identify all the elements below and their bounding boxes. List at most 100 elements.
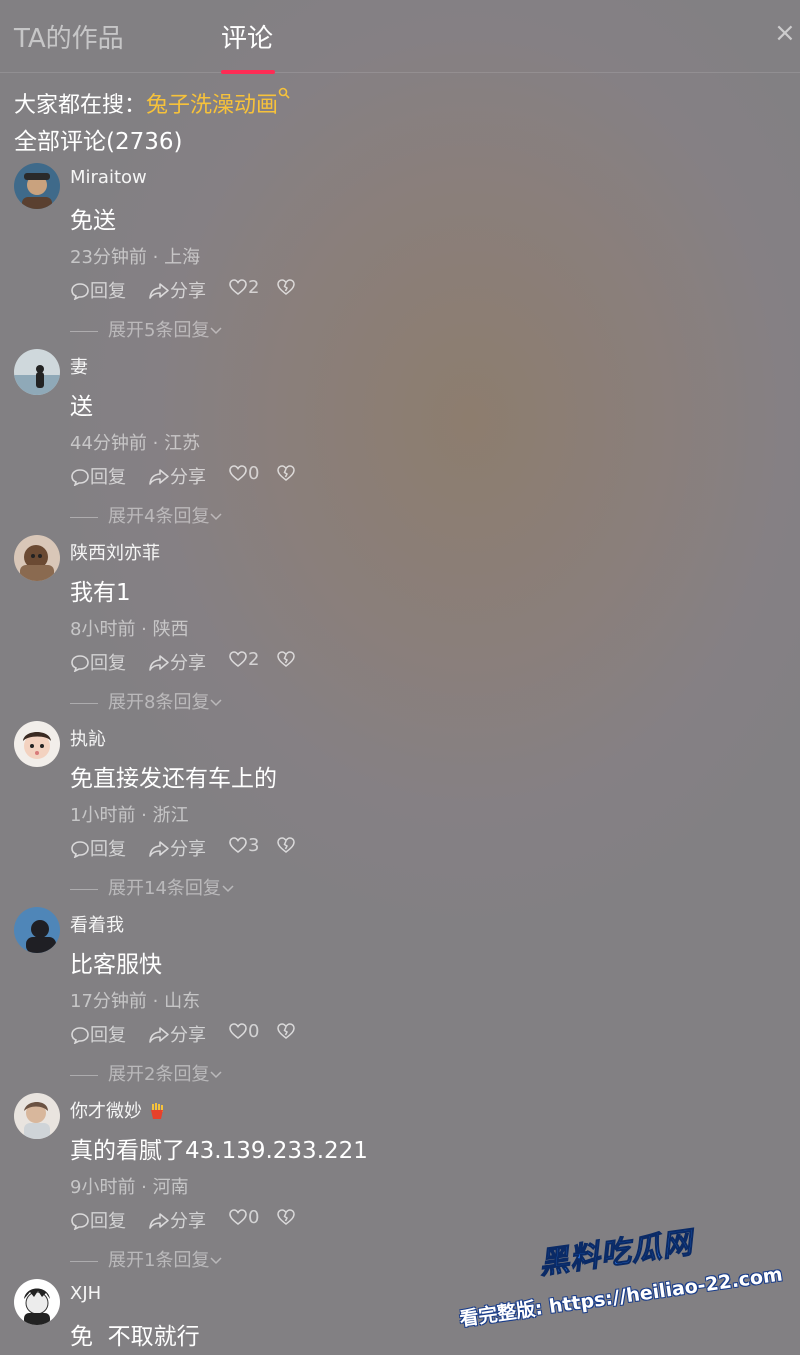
- expand-replies-button[interactable]: 展开1条回复: [70, 1246, 223, 1272]
- like-button[interactable]: 3: [228, 835, 259, 856]
- chevron-down-icon: [210, 1257, 222, 1265]
- like-button[interactable]: 0: [228, 463, 259, 484]
- comment-username[interactable]: 妻: [70, 353, 88, 379]
- comment-text: 免 不取就行: [70, 1324, 200, 1350]
- close-icon[interactable]: ×: [774, 18, 796, 48]
- hot-search-prefix: 大家都在搜：: [14, 93, 147, 118]
- comment-item: 陕西刘亦菲 我有1 8小时前 · 陕西 回复 分享 2 展开8条回复: [0, 535, 800, 721]
- heart-icon: [229, 1209, 247, 1226]
- share-button[interactable]: 分享: [148, 1021, 206, 1047]
- comment-username[interactable]: Miraitow: [70, 167, 147, 188]
- like-count: 0: [248, 1021, 260, 1042]
- broken-heart-icon: [277, 1023, 295, 1039]
- hot-search-bar[interactable]: 大家都在搜：兔子洗澡动画: [14, 87, 290, 119]
- comment-meta: 8小时前 · 陕西: [70, 619, 189, 640]
- share-button[interactable]: 分享: [148, 463, 206, 489]
- avatar[interactable]: [14, 1279, 60, 1325]
- dislike-button[interactable]: [276, 835, 296, 856]
- broken-heart-icon: [277, 279, 295, 295]
- share-label: 分享: [170, 653, 206, 674]
- comment-username[interactable]: 你才微妙: [70, 1097, 166, 1123]
- dislike-button[interactable]: [276, 1021, 296, 1042]
- reply-button[interactable]: 回复: [70, 463, 126, 489]
- comment-username[interactable]: 陕西刘亦菲: [70, 539, 160, 565]
- reply-bubble-icon: [71, 469, 89, 487]
- dislike-button[interactable]: [276, 463, 296, 484]
- expand-replies-button[interactable]: 展开8条回复: [70, 688, 223, 714]
- chevron-down-icon: [210, 513, 222, 521]
- divider-line: [70, 1074, 98, 1076]
- share-label: 分享: [170, 281, 206, 302]
- expand-replies-button[interactable]: 展开14条回复: [70, 874, 235, 900]
- broken-heart-icon: [277, 465, 295, 481]
- reply-label: 回复: [90, 1211, 126, 1232]
- fries-badge-icon: [150, 1103, 163, 1119]
- divider-line: [70, 888, 98, 890]
- share-label: 分享: [170, 467, 206, 488]
- dislike-button[interactable]: [276, 1207, 296, 1228]
- expand-replies-button[interactable]: 展开4条回复: [70, 502, 223, 528]
- chevron-down-icon: [222, 885, 234, 893]
- heart-icon: [229, 279, 247, 296]
- share-button[interactable]: 分享: [148, 277, 206, 303]
- like-count: 0: [248, 1207, 260, 1228]
- share-button[interactable]: 分享: [148, 1207, 206, 1233]
- reply-label: 回复: [90, 281, 126, 302]
- comment-text: 免送: [70, 208, 116, 234]
- like-button[interactable]: 2: [228, 277, 259, 298]
- like-button[interactable]: 2: [228, 649, 259, 670]
- comment-username[interactable]: 执訫: [70, 725, 106, 751]
- reply-bubble-icon: [71, 841, 89, 859]
- avatar[interactable]: [14, 1093, 60, 1139]
- expand-replies-label: 展开8条回复: [108, 692, 210, 713]
- comment-item: 妻 送 44分钟前 · 江苏 回复 分享 0 展开4条回复: [0, 349, 800, 535]
- comment-item: Miraitow 免送 23分钟前 · 上海 回复 分享 2 展开5条回复: [0, 163, 800, 349]
- expand-replies-button[interactable]: 展开2条回复: [70, 1060, 223, 1086]
- dislike-button[interactable]: [276, 277, 296, 298]
- share-label: 分享: [170, 1025, 206, 1046]
- reply-button[interactable]: 回复: [70, 835, 126, 861]
- comment-count-heading: 全部评论(2736): [14, 129, 183, 155]
- comment-item: 看着我 比客服快 17分钟前 · 山东 回复 分享 0 展开2条回复: [0, 907, 800, 1093]
- avatar[interactable]: [14, 349, 60, 395]
- heart-icon: [229, 1023, 247, 1040]
- tab-works[interactable]: TA的作品: [14, 18, 124, 55]
- reply-label: 回复: [90, 839, 126, 860]
- reply-label: 回复: [90, 1025, 126, 1046]
- comment-text: 免直接发还有车上的: [70, 766, 277, 792]
- comment-username[interactable]: XJH: [70, 1283, 101, 1304]
- comment-text: 我有1: [70, 580, 131, 606]
- avatar[interactable]: [14, 721, 60, 767]
- reply-bubble-icon: [71, 1027, 89, 1045]
- expand-replies-label: 展开1条回复: [108, 1250, 210, 1271]
- comment-text: 真的看腻了43.139.233.221: [70, 1138, 368, 1164]
- share-button[interactable]: 分享: [148, 649, 206, 675]
- search-icon: [278, 87, 290, 103]
- comment-username[interactable]: 看着我: [70, 911, 124, 937]
- avatar[interactable]: [14, 535, 60, 581]
- like-button[interactable]: 0: [228, 1207, 259, 1228]
- divider-line: [70, 516, 98, 518]
- hot-search-keyword[interactable]: 兔子洗澡动画: [146, 93, 278, 118]
- expand-replies-button[interactable]: 展开5条回复: [70, 316, 223, 342]
- expand-replies-label: 展开5条回复: [108, 320, 210, 341]
- avatar[interactable]: [14, 907, 60, 953]
- dislike-button[interactable]: [276, 649, 296, 670]
- reply-button[interactable]: 回复: [70, 649, 126, 675]
- share-arrow-icon: [149, 1027, 169, 1043]
- reply-button[interactable]: 回复: [70, 1207, 126, 1233]
- tab-comments[interactable]: 评论: [221, 18, 273, 55]
- comment-meta: 1小时前 · 浙江: [70, 805, 189, 826]
- share-button[interactable]: 分享: [148, 835, 206, 861]
- reply-button[interactable]: 回复: [70, 277, 126, 303]
- share-arrow-icon: [149, 655, 169, 671]
- like-button[interactable]: 0: [228, 1021, 259, 1042]
- reply-button[interactable]: 回复: [70, 1021, 126, 1047]
- comment-item: 执訫 免直接发还有车上的 1小时前 · 浙江 回复 分享 3 展开14条回复: [0, 721, 800, 907]
- comment-meta: 44分钟前 · 江苏: [70, 433, 201, 454]
- reply-bubble-icon: [71, 283, 89, 301]
- chevron-down-icon: [210, 327, 222, 335]
- like-count: 0: [248, 463, 260, 484]
- like-count: 2: [248, 649, 260, 670]
- avatar[interactable]: [14, 163, 60, 209]
